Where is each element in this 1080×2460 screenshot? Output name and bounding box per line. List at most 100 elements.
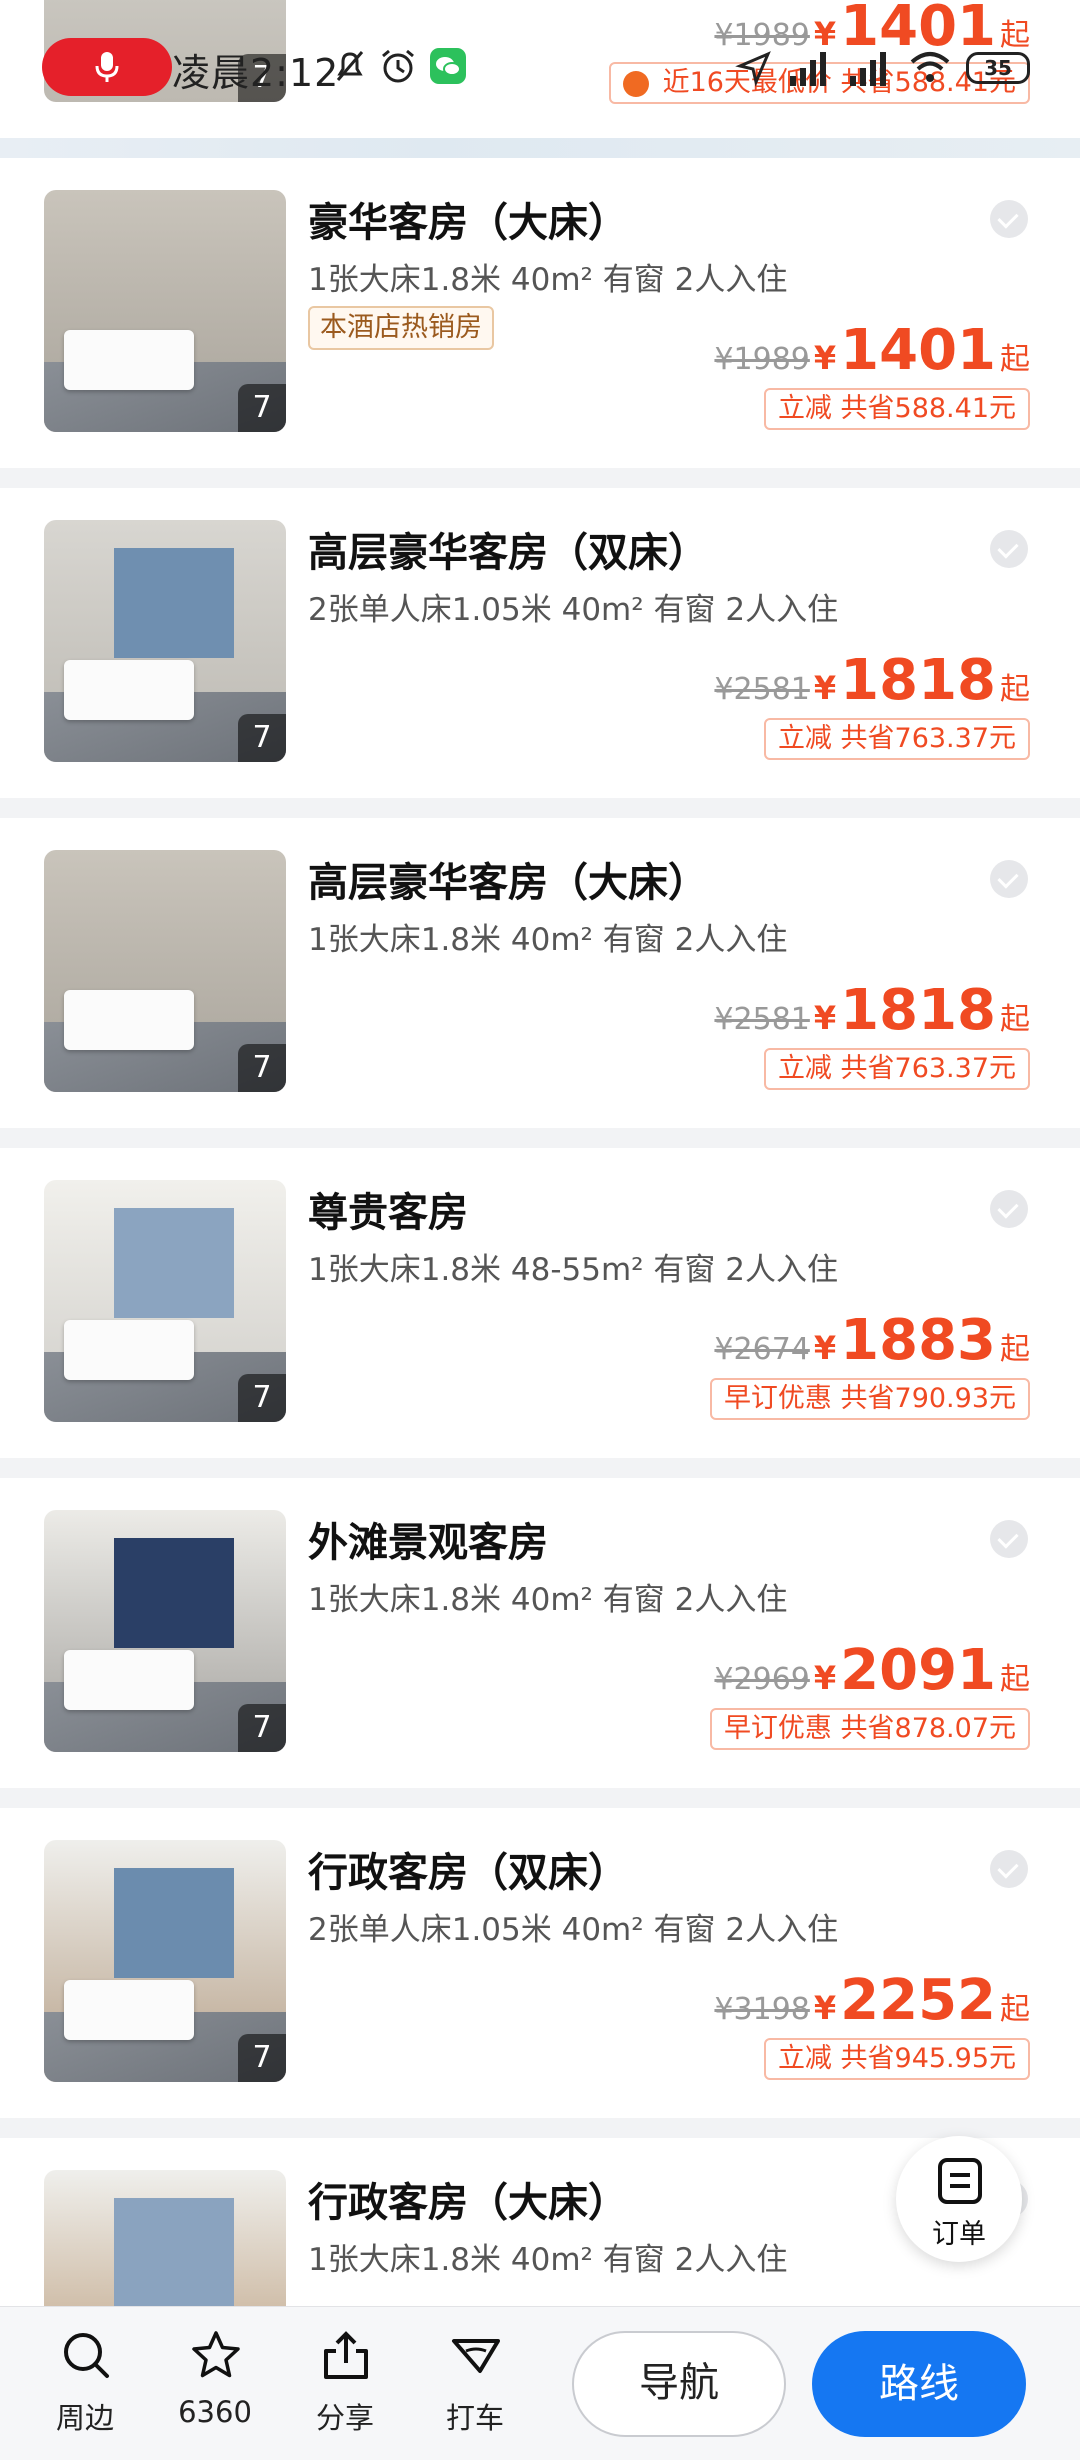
room-name[interactable]: 高层豪华客房（双床） bbox=[308, 520, 708, 578]
photo-count: 7 bbox=[238, 54, 286, 102]
price-row: ¥1989 ¥1401 起 bbox=[714, 318, 1030, 383]
room-info: 1张大床1.8米 48-55m² 有窗 2人入住 bbox=[308, 1252, 839, 1288]
price-suffix: 起 bbox=[1000, 1002, 1030, 1037]
room-window bbox=[114, 548, 234, 658]
original-price: ¥2969 bbox=[714, 1662, 810, 1697]
expand-chevron-icon[interactable] bbox=[990, 200, 1028, 238]
currency-symbol: ¥ bbox=[813, 339, 837, 377]
original-price: ¥1989 bbox=[714, 342, 810, 377]
currency-symbol: ¥ bbox=[813, 1989, 837, 2027]
discount-badge: 立减 共省763.37元 bbox=[763, 1048, 1030, 1090]
room-name[interactable]: 行政客房（双床） bbox=[308, 1840, 628, 1898]
room-card[interactable]: 7 行政客房（双床） 2张单人床1.05米 40m² 有窗 2人入住 ¥3198 ¥22… bbox=[0, 1808, 1080, 2118]
taxi-button[interactable]: 打车 bbox=[420, 2329, 530, 2449]
expand-chevron-icon[interactable] bbox=[990, 1190, 1028, 1228]
expand-chevron-icon[interactable] bbox=[990, 530, 1028, 568]
room-photo[interactable]: 7 bbox=[44, 1180, 286, 1422]
currency-symbol: ¥ bbox=[813, 1659, 837, 1697]
room-photo[interactable]: 7 bbox=[44, 850, 286, 1092]
room-card[interactable]: 7 尊贵客房 1张大床1.8米 48-55m² 有窗 2人入住 ¥2674 ¥1883 起… bbox=[0, 1148, 1080, 1458]
room-info: 1张大床1.8米 40m² 有窗 2人入住 bbox=[308, 2242, 788, 2278]
taxi-flag-icon bbox=[452, 2339, 500, 2373]
currency-symbol: ¥ bbox=[813, 999, 837, 1037]
room-name[interactable]: 豪华客房（大床） bbox=[308, 190, 628, 248]
photo-count: 7 bbox=[238, 1044, 286, 1092]
currency-symbol: ¥ bbox=[813, 1329, 837, 1367]
original-price: ¥1989 bbox=[714, 18, 810, 53]
room-info: 1张大床1.8米 40m² 有窗 2人入住 bbox=[308, 1582, 788, 1618]
photo-count: 7 bbox=[238, 1374, 286, 1422]
room-photo[interactable]: 7 bbox=[44, 520, 286, 762]
hot-room-tag: 本酒店热销房 bbox=[308, 306, 494, 350]
order-button[interactable]: 订单 bbox=[896, 2136, 1022, 2262]
original-price: ¥3198 bbox=[714, 1992, 810, 2027]
room-photo[interactable]: 7 bbox=[44, 1840, 286, 2082]
lowest-price-badge: 近16天最低价 共省588.41元 bbox=[608, 62, 1030, 104]
price-row: ¥2674 ¥1883 起 bbox=[714, 1308, 1030, 1373]
photo-count: 7 bbox=[238, 1704, 286, 1752]
current-price: 2091 bbox=[840, 1638, 996, 1703]
room-card[interactable]: 7 豪华客房（大床） 1张大床1.8米 40m² 有窗 2人入住本酒店热销房 ¥198… bbox=[0, 158, 1080, 468]
room-name[interactable]: 尊贵客房 bbox=[308, 1180, 468, 1238]
room-bed bbox=[64, 1980, 194, 2040]
room-bed bbox=[64, 660, 194, 720]
room-bed bbox=[64, 330, 194, 390]
search-icon bbox=[64, 2333, 109, 2378]
room-window bbox=[114, 2198, 234, 2308]
share-button[interactable]: 分享 bbox=[290, 2329, 400, 2449]
recording-indicator[interactable] bbox=[42, 38, 172, 96]
price-row: ¥2969 ¥2091 起 bbox=[714, 1638, 1030, 1703]
photo-count: 7 bbox=[238, 2034, 286, 2082]
price-suffix: 起 bbox=[1000, 1992, 1030, 2027]
navigate-button[interactable]: 导航 bbox=[572, 2331, 786, 2437]
expand-chevron-icon[interactable] bbox=[990, 860, 1028, 898]
share-label: 分享 bbox=[315, 2401, 374, 2435]
room-card[interactable]: 7 高层豪华客房（大床） 1张大床1.8米 40m² 有窗 2人入住 ¥2581 ¥18… bbox=[0, 818, 1080, 1128]
room-bed bbox=[64, 990, 194, 1050]
price-row: ¥2581 ¥1818 起 bbox=[714, 978, 1030, 1043]
room-name[interactable]: 高层豪华客房（大床） bbox=[308, 850, 708, 908]
current-price: 1401 bbox=[840, 318, 996, 383]
current-price: 1818 bbox=[840, 648, 996, 713]
price-suffix: 起 bbox=[1000, 1662, 1030, 1697]
price-row: ¥3198 ¥2252 起 bbox=[714, 1968, 1030, 2033]
room-window bbox=[114, 1538, 234, 1648]
room-info: 1张大床1.8米 40m² 有窗 2人入住 bbox=[308, 262, 788, 298]
discount-badge: 早订优惠 共省878.07元 bbox=[709, 1708, 1030, 1750]
expand-chevron-icon[interactable] bbox=[990, 1850, 1028, 1888]
favorite-button[interactable]: 6360 bbox=[160, 2329, 270, 2449]
room-bed bbox=[64, 1320, 194, 1380]
route-button[interactable]: 路线 bbox=[812, 2331, 1026, 2437]
room-name[interactable]: 外滩景观客房 bbox=[308, 1510, 548, 1568]
current-price: 1883 bbox=[840, 1308, 996, 1373]
favorite-count: 6360 bbox=[178, 2395, 252, 2429]
order-label: 订单 bbox=[932, 2219, 986, 2250]
current-price: 1401 bbox=[840, 0, 996, 59]
discount-badge: 早订优惠 共省790.93元 bbox=[709, 1378, 1030, 1420]
price-suffix: 起 bbox=[1000, 342, 1030, 377]
discount-badge: 立减 共省763.37元 bbox=[763, 718, 1030, 760]
room-photo[interactable]: 7 bbox=[44, 1510, 286, 1752]
original-price: ¥2581 bbox=[714, 672, 810, 707]
original-price: ¥2674 bbox=[714, 1332, 810, 1367]
room-bed bbox=[64, 1650, 194, 1710]
star-icon bbox=[192, 2331, 240, 2378]
room-window bbox=[114, 1208, 234, 1318]
order-doc-icon bbox=[938, 2158, 982, 2204]
currency-symbol: ¥ bbox=[813, 669, 837, 707]
lowest-price-text: 近16天最低价 共省588.41元 bbox=[662, 67, 1016, 98]
room-card[interactable]: 7 高层豪华客房（双床） 2张单人床1.05米 40m² 有窗 2人入住 ¥2581 ¥… bbox=[0, 488, 1080, 798]
currency-symbol: ¥ bbox=[813, 15, 837, 53]
fire-icon bbox=[622, 71, 649, 97]
room-card[interactable]: 7 外滩景观客房 1张大床1.8米 40m² 有窗 2人入住 ¥2969 ¥2091 起早… bbox=[0, 1478, 1080, 1788]
hotel-room-list-page: 凌晨2:12 35 7 ¥1989 ¥ 1401 起 近16天最低价 共省588… bbox=[0, 0, 1080, 2460]
expand-chevron-icon[interactable] bbox=[990, 1520, 1028, 1558]
nearby-button[interactable]: 周边 bbox=[30, 2329, 140, 2449]
price-suffix: 起 bbox=[1000, 672, 1030, 707]
room-photo[interactable]: 7 bbox=[44, 190, 286, 432]
current-price: 2252 bbox=[840, 1968, 996, 2033]
nearby-label: 周边 bbox=[55, 2401, 114, 2435]
room-name[interactable]: 行政客房（大床） bbox=[308, 2170, 628, 2228]
bottom-action-bar: 周边 6360 分享 打车 导航 路线 bbox=[0, 2306, 1080, 2460]
price-row: ¥1989 ¥ 1401 起 bbox=[714, 0, 1030, 59]
